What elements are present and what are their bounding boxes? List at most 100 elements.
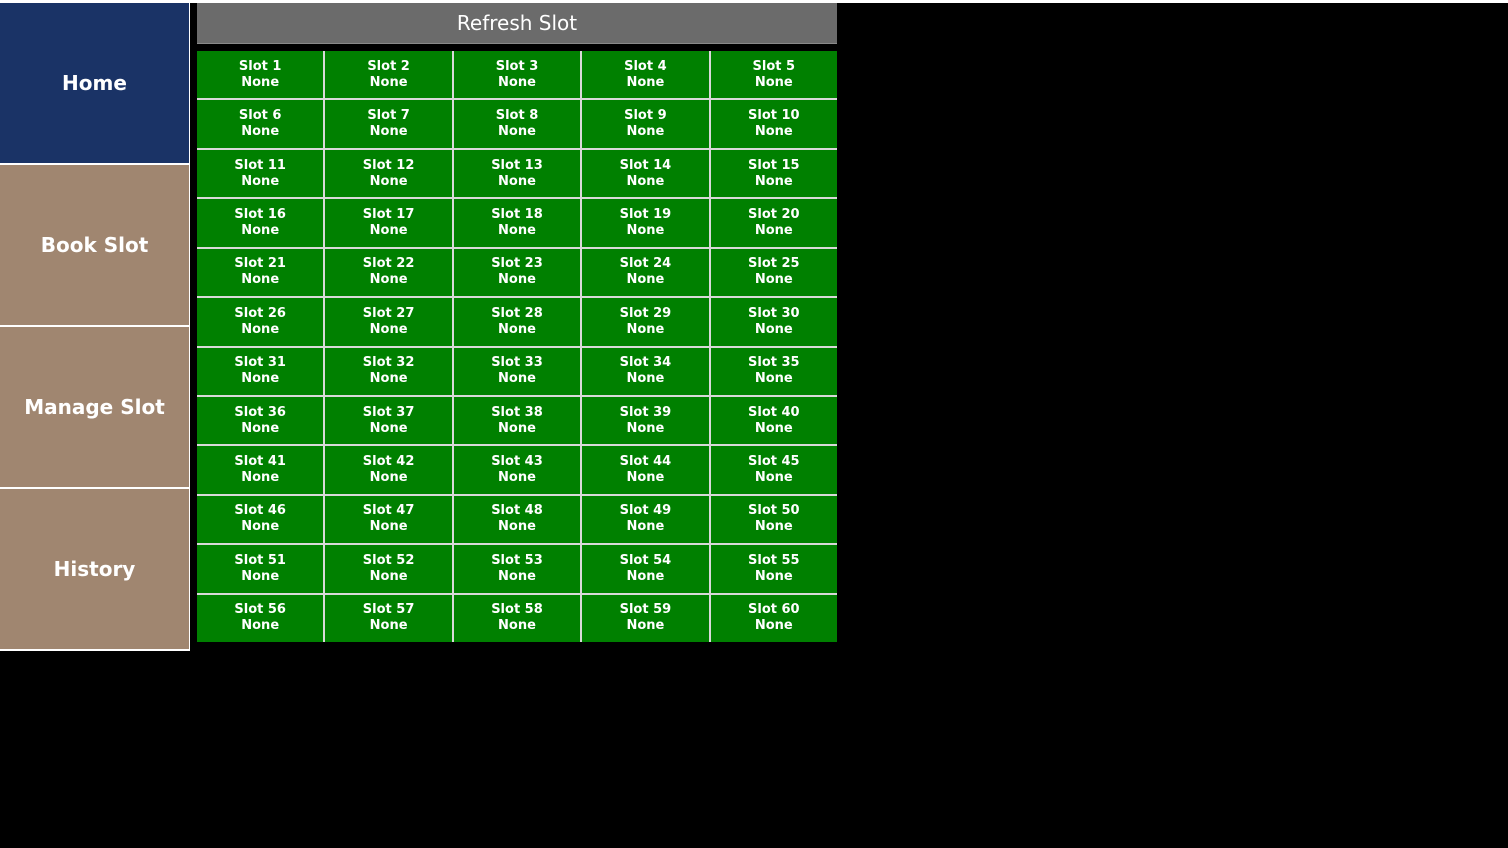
slot-status: None <box>754 124 793 140</box>
sidebar-item-label: Home <box>62 71 127 95</box>
slot-cell[interactable]: Slot 29 None <box>582 298 709 346</box>
slot-name: Slot 25 <box>748 256 800 272</box>
slot-name: Slot 24 <box>619 256 672 272</box>
slot-name: Slot 58 <box>491 602 543 618</box>
slot-cell[interactable]: Slot 41 None <box>197 446 324 494</box>
slot-cell[interactable]: Slot 47 None <box>325 495 452 544</box>
slot-cell[interactable]: Slot 58 None <box>453 594 581 642</box>
slot-cell[interactable]: Slot 4 None <box>582 51 709 99</box>
slot-status: None <box>754 618 793 634</box>
slot-status: None <box>241 470 280 486</box>
slot-cell[interactable]: Slot 38 None <box>453 396 581 445</box>
slot-cell[interactable]: Slot 45 None <box>710 446 837 494</box>
slot-cell[interactable]: Slot 52 None <box>325 545 452 593</box>
slot-cell[interactable]: Slot 26 None <box>197 298 324 346</box>
slot-cell[interactable]: Slot 10 None <box>710 100 837 148</box>
slot-status: None <box>498 222 536 238</box>
slot-cell[interactable]: Slot 24 None <box>582 248 709 297</box>
slot-status: None <box>241 420 280 436</box>
slot-cell[interactable]: Slot 27 None <box>325 298 452 346</box>
slot-cell[interactable]: Slot 28 None <box>453 298 581 346</box>
slot-cell[interactable]: Slot 22 None <box>325 248 452 297</box>
sidebar-item-book-slot[interactable]: Book Slot <box>0 165 189 325</box>
slot-cell[interactable]: Slot 23 None <box>453 248 581 297</box>
slot-cell[interactable]: Slot 60 None <box>710 594 837 642</box>
slot-cell[interactable]: Slot 55 None <box>710 545 837 593</box>
refresh-slot-button[interactable]: Refresh Slot <box>197 3 837 44</box>
slot-cell[interactable]: Slot 43 None <box>453 446 581 494</box>
slot-cell[interactable]: Slot 59 None <box>582 594 709 642</box>
slot-status: None <box>754 74 793 90</box>
slot-cell[interactable]: Slot 32 None <box>325 347 452 395</box>
slot-cell[interactable]: Slot 33 None <box>453 347 581 395</box>
slot-status: None <box>626 272 665 288</box>
slot-name: Slot 54 <box>619 552 672 568</box>
slot-cell[interactable]: Slot 1 None <box>197 51 324 99</box>
slot-cell[interactable]: Slot 18 None <box>453 199 581 247</box>
slot-status: None <box>241 519 280 535</box>
sidebar-item-label: Book Slot <box>40 233 149 257</box>
slot-cell[interactable]: Slot 36 None <box>197 396 324 445</box>
slot-cell[interactable]: Slot 13 None <box>453 149 581 198</box>
slot-status: None <box>754 470 793 486</box>
slot-name: Slot 48 <box>491 503 543 519</box>
slot-name: Slot 22 <box>362 256 415 272</box>
slot-status: None <box>626 74 665 90</box>
slot-cell[interactable]: Slot 34 None <box>582 347 709 395</box>
slot-cell[interactable]: Slot 31 None <box>197 347 324 395</box>
slot-status: None <box>754 568 793 584</box>
slot-cell[interactable]: Slot 17 None <box>325 199 452 247</box>
slot-cell[interactable]: Slot 50 None <box>710 495 837 544</box>
slot-cell[interactable]: Slot 46 None <box>197 495 324 544</box>
slot-cell[interactable]: Slot 39 None <box>582 396 709 445</box>
sidebar-item-home[interactable]: Home <box>0 3 189 163</box>
slot-status: None <box>241 173 280 189</box>
slot-cell[interactable]: Slot 9 None <box>582 100 709 148</box>
slot-status: None <box>626 222 665 238</box>
slot-cell[interactable]: Slot 35 None <box>710 347 837 395</box>
slot-cell[interactable]: Slot 53 None <box>453 545 581 593</box>
slot-status: None <box>498 470 536 486</box>
slot-cell[interactable]: Slot 2 None <box>325 51 452 99</box>
slot-cell[interactable]: Slot 25 None <box>710 248 837 297</box>
slot-cell[interactable]: Slot 48 None <box>453 495 581 544</box>
sidebar-item-manage-slot[interactable]: Manage Slot <box>0 327 189 487</box>
slot-name: Slot 10 <box>748 108 800 124</box>
slot-name: Slot 51 <box>234 552 286 568</box>
slot-name: Slot 55 <box>748 552 800 568</box>
slot-name: Slot 49 <box>619 503 672 519</box>
slot-cell[interactable]: Slot 14 None <box>582 149 709 198</box>
slot-cell[interactable]: Slot 54 None <box>582 545 709 593</box>
slot-cell[interactable]: Slot 57 None <box>325 594 452 642</box>
slot-cell[interactable]: Slot 15 None <box>710 149 837 198</box>
slot-status: None <box>498 321 536 337</box>
slot-cell[interactable]: Slot 49 None <box>582 495 709 544</box>
slot-cell[interactable]: Slot 40 None <box>710 396 837 445</box>
slot-cell[interactable]: Slot 6 None <box>197 100 324 148</box>
slot-cell[interactable]: Slot 51 None <box>197 545 324 593</box>
slot-status: None <box>626 618 665 634</box>
slot-cell[interactable]: Slot 11 None <box>197 149 324 198</box>
slot-cell[interactable]: Slot 16 None <box>197 199 324 247</box>
slot-cell[interactable]: Slot 30 None <box>710 298 837 346</box>
slot-status: None <box>754 222 793 238</box>
slot-cell[interactable]: Slot 8 None <box>453 100 581 148</box>
slot-cell[interactable]: Slot 20 None <box>710 199 837 247</box>
sidebar-item-label: Manage Slot <box>24 395 165 419</box>
slot-status: None <box>626 519 665 535</box>
slot-cell[interactable]: Slot 42 None <box>325 446 452 494</box>
slot-status: None <box>369 420 408 436</box>
slot-name: Slot 40 <box>748 404 800 420</box>
sidebar-item-history[interactable]: History <box>0 489 189 649</box>
slot-cell[interactable]: Slot 37 None <box>325 396 452 445</box>
slot-cell[interactable]: Slot 19 None <box>582 199 709 247</box>
slot-cell[interactable]: Slot 5 None <box>710 51 837 99</box>
slot-cell[interactable]: Slot 12 None <box>325 149 452 198</box>
slot-name: Slot 21 <box>234 256 286 272</box>
slot-cell[interactable]: Slot 3 None <box>453 51 581 99</box>
slot-cell[interactable]: Slot 56 None <box>197 594 324 642</box>
slot-cell[interactable]: Slot 21 None <box>197 248 324 297</box>
slot-cell[interactable]: Slot 44 None <box>582 446 709 494</box>
slot-name: Slot 44 <box>619 454 672 470</box>
slot-cell[interactable]: Slot 7 None <box>325 100 452 148</box>
